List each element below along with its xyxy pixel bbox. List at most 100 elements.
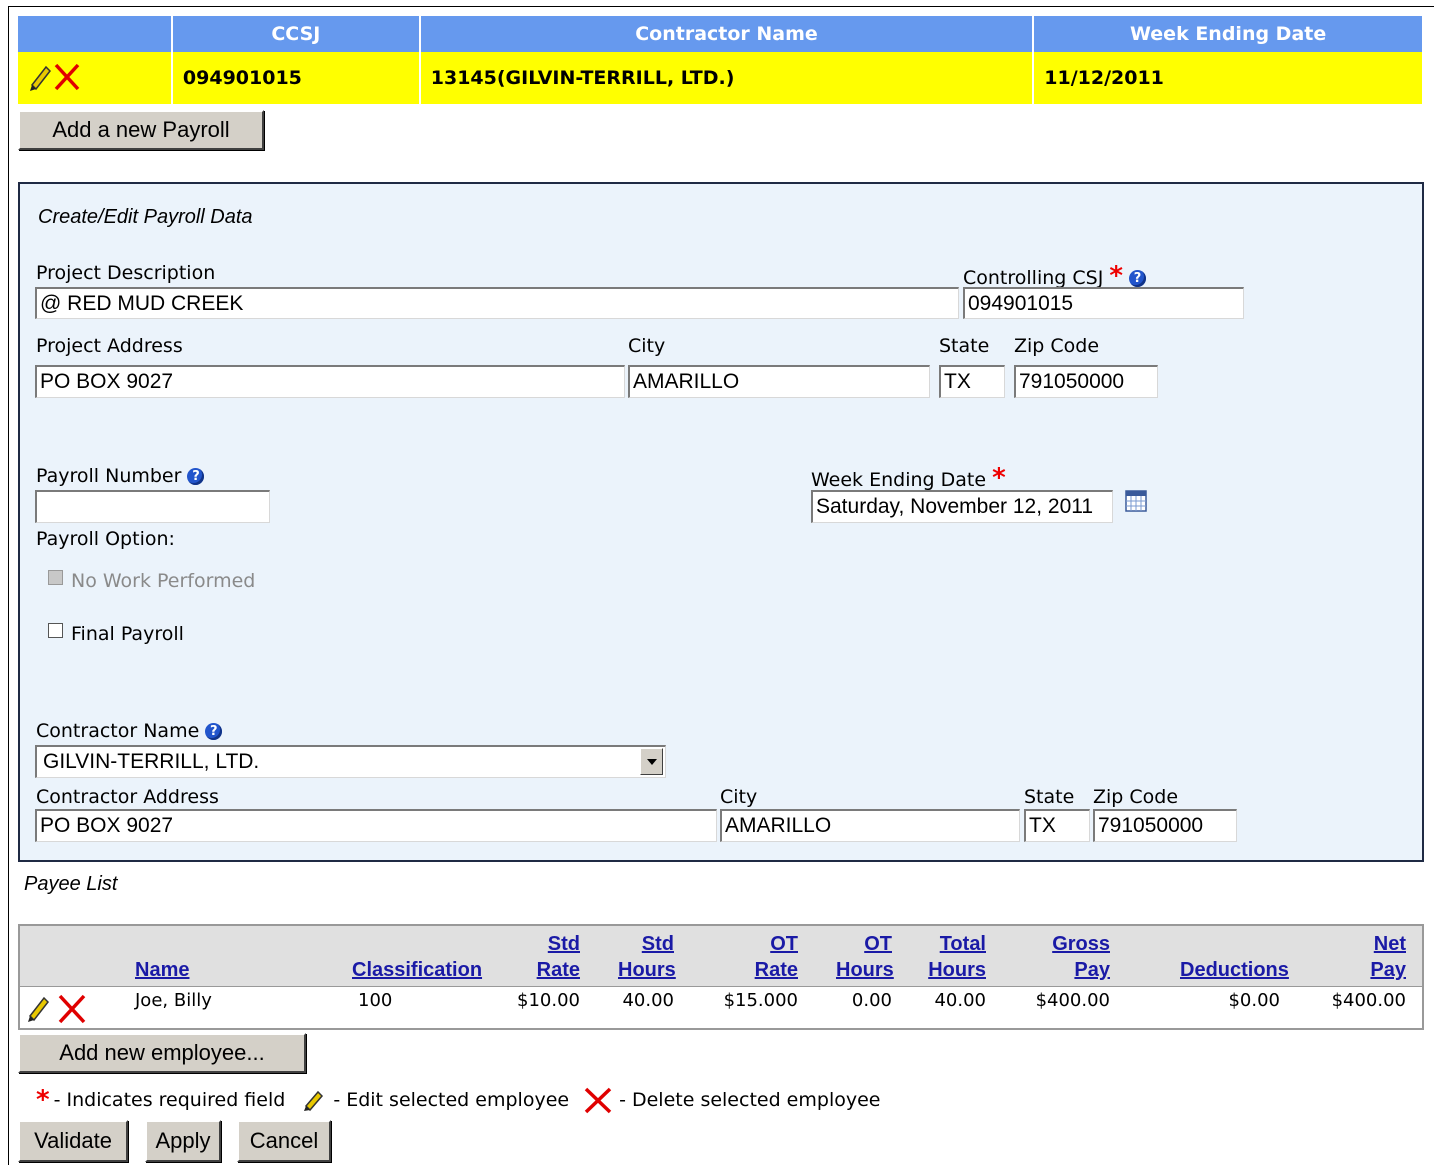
payee-ot-hours: 0.00	[851, 990, 892, 1011]
help-icon[interactable]: ?	[205, 723, 223, 740]
legend-edit: - Edit selected employee	[333, 1089, 570, 1111]
contractor-zip-label: Zip Code	[1093, 786, 1179, 808]
payroll-table: CCSJ Contractor Name Week Ending Date 09…	[18, 16, 1424, 104]
header-ccsj: CCSJ	[171, 16, 421, 52]
col-std-rate-line2: Rate	[536, 959, 580, 981]
payee-classification: 100	[358, 990, 393, 1011]
controlling-csj-input[interactable]: 094901015	[963, 287, 1244, 319]
legend: * - Indicates required field - Edit sele…	[36, 1086, 880, 1114]
col-net-pay[interactable]: Net Pay	[1360, 931, 1406, 983]
state-label: State	[939, 335, 990, 357]
contractor-city-label: City	[720, 786, 758, 808]
chevron-down-icon[interactable]	[640, 748, 663, 775]
payroll-table-row[interactable]: 094901015 13145(GILVIN-TERRILL, LTD.) 11…	[18, 52, 1424, 104]
col-deductions[interactable]: Deductions	[1180, 957, 1289, 983]
week-ending-label-group: Week Ending Date *	[811, 465, 1006, 491]
payroll-number-input[interactable]	[35, 490, 270, 523]
validate-button[interactable]: Validate	[18, 1120, 128, 1162]
project-description-label: Project Description	[36, 262, 216, 284]
edit-pencil-icon[interactable]	[28, 996, 49, 1022]
col-gross-pay[interactable]: Gross Pay	[1050, 931, 1110, 983]
row-icons	[30, 63, 80, 91]
payee-name: Joe, Billy	[135, 990, 212, 1011]
col-total-hours-line1: Total	[939, 933, 986, 955]
contractor-state-label: State	[1024, 786, 1075, 808]
no-work-label: No Work Performed	[71, 570, 256, 592]
contractor-name-label-group: Contractor Name ?	[36, 720, 223, 742]
state-input[interactable]: TX	[939, 365, 1005, 398]
controlling-csj-label: Controlling CSJ	[963, 267, 1104, 289]
required-asterisk-icon: *	[992, 463, 1006, 493]
row-actions	[18, 52, 173, 104]
payee-deductions: $0.00	[1228, 990, 1280, 1011]
help-icon[interactable]: ?	[187, 468, 205, 485]
add-new-payroll-button[interactable]: Add a new Payroll	[18, 110, 264, 150]
row-contractor-name: 13145(GILVIN-TERRILL, LTD.)	[419, 52, 1035, 104]
contractor-city-input[interactable]: AMARILLO	[720, 809, 1020, 842]
contractor-address-label: Contractor Address	[36, 786, 219, 808]
delete-x-icon[interactable]	[58, 994, 86, 1024]
cancel-button[interactable]: Cancel	[237, 1120, 331, 1162]
contractor-name-select[interactable]: GILVIN-TERRILL, LTD.	[35, 745, 666, 778]
col-ot-hours-line1: OT	[864, 933, 892, 955]
city-label: City	[628, 335, 666, 357]
col-std-hours-line1: Std	[641, 933, 674, 955]
panel-title: Create/Edit Payroll Data	[38, 206, 253, 228]
payee-row-icons	[28, 994, 86, 1024]
col-gross-pay-line2: Pay	[1074, 959, 1110, 981]
payee-std-hours: 40.00	[622, 990, 674, 1011]
col-classification[interactable]: Classification	[352, 957, 482, 983]
week-ending-input[interactable]: Saturday, November 12, 2011	[811, 490, 1113, 523]
col-std-hours-line2: Hours	[618, 959, 676, 981]
col-ot-hours-line2: Hours	[836, 959, 894, 981]
page-frame-left	[8, 6, 9, 1165]
col-std-rate-line1: Std	[547, 933, 580, 955]
contractor-name-label: Contractor Name	[36, 720, 200, 742]
contractor-zip-input[interactable]: 791050000	[1093, 809, 1237, 842]
required-asterisk-icon: *	[36, 1085, 50, 1115]
header-contractor-name: Contractor Name	[419, 16, 1035, 52]
apply-button[interactable]: Apply	[145, 1120, 221, 1162]
edit-pencil-icon[interactable]	[30, 65, 51, 91]
col-net-pay-line2: Pay	[1370, 959, 1406, 981]
payroll-number-label: Payroll Number	[36, 465, 182, 487]
col-ot-rate-line2: Rate	[754, 959, 798, 981]
project-address-label: Project Address	[36, 335, 183, 357]
contractor-state-input[interactable]: TX	[1024, 809, 1090, 842]
payee-ot-rate: $15.000	[723, 990, 798, 1011]
zip-input[interactable]: 791050000	[1014, 365, 1158, 398]
legend-delete: - Delete selected employee	[619, 1089, 881, 1111]
payroll-option-label: Payroll Option:	[36, 528, 175, 550]
help-icon[interactable]: ?	[1129, 270, 1147, 287]
col-ot-rate-line1: OT	[770, 933, 798, 955]
col-ot-hours[interactable]: OT Hours	[836, 931, 894, 983]
col-gross-pay-line1: Gross	[1052, 933, 1110, 955]
col-ot-rate[interactable]: OT Rate	[750, 931, 798, 983]
page-frame-top	[8, 6, 1434, 7]
final-payroll-label: Final Payroll	[71, 623, 184, 645]
controlling-csj-label-group: Controlling CSJ * ?	[963, 263, 1147, 289]
row-week-ending: 11/12/2011	[1033, 52, 1424, 104]
final-payroll-checkbox[interactable]	[48, 623, 63, 638]
payee-net-pay: $400.00	[1331, 990, 1406, 1011]
payee-total-hours: 40.00	[934, 990, 986, 1011]
week-ending-label: Week Ending Date	[811, 469, 987, 491]
col-total-hours[interactable]: Total Hours	[928, 931, 986, 983]
delete-x-icon	[584, 1087, 612, 1114]
header-week-ending: Week Ending Date	[1033, 16, 1424, 52]
col-name[interactable]: Name	[135, 957, 189, 983]
col-std-rate[interactable]: Std Rate	[530, 931, 580, 983]
project-address-input[interactable]: PO BOX 9027	[35, 365, 625, 398]
project-description-input[interactable]: @ RED MUD CREEK	[35, 287, 959, 319]
city-input[interactable]: AMARILLO	[628, 365, 930, 398]
col-std-hours[interactable]: Std Hours	[618, 931, 676, 983]
legend-required: - Indicates required field	[53, 1089, 286, 1111]
no-work-checkbox[interactable]	[48, 570, 63, 585]
add-new-employee-button[interactable]: Add new employee...	[18, 1033, 306, 1073]
col-net-pay-line1: Net	[1373, 933, 1406, 955]
payee-std-rate: $10.00	[517, 990, 580, 1011]
delete-x-icon[interactable]	[54, 63, 80, 90]
zip-label: Zip Code	[1014, 335, 1100, 357]
contractor-address-input[interactable]: PO BOX 9027	[35, 809, 717, 842]
calendar-icon[interactable]	[1125, 490, 1147, 512]
